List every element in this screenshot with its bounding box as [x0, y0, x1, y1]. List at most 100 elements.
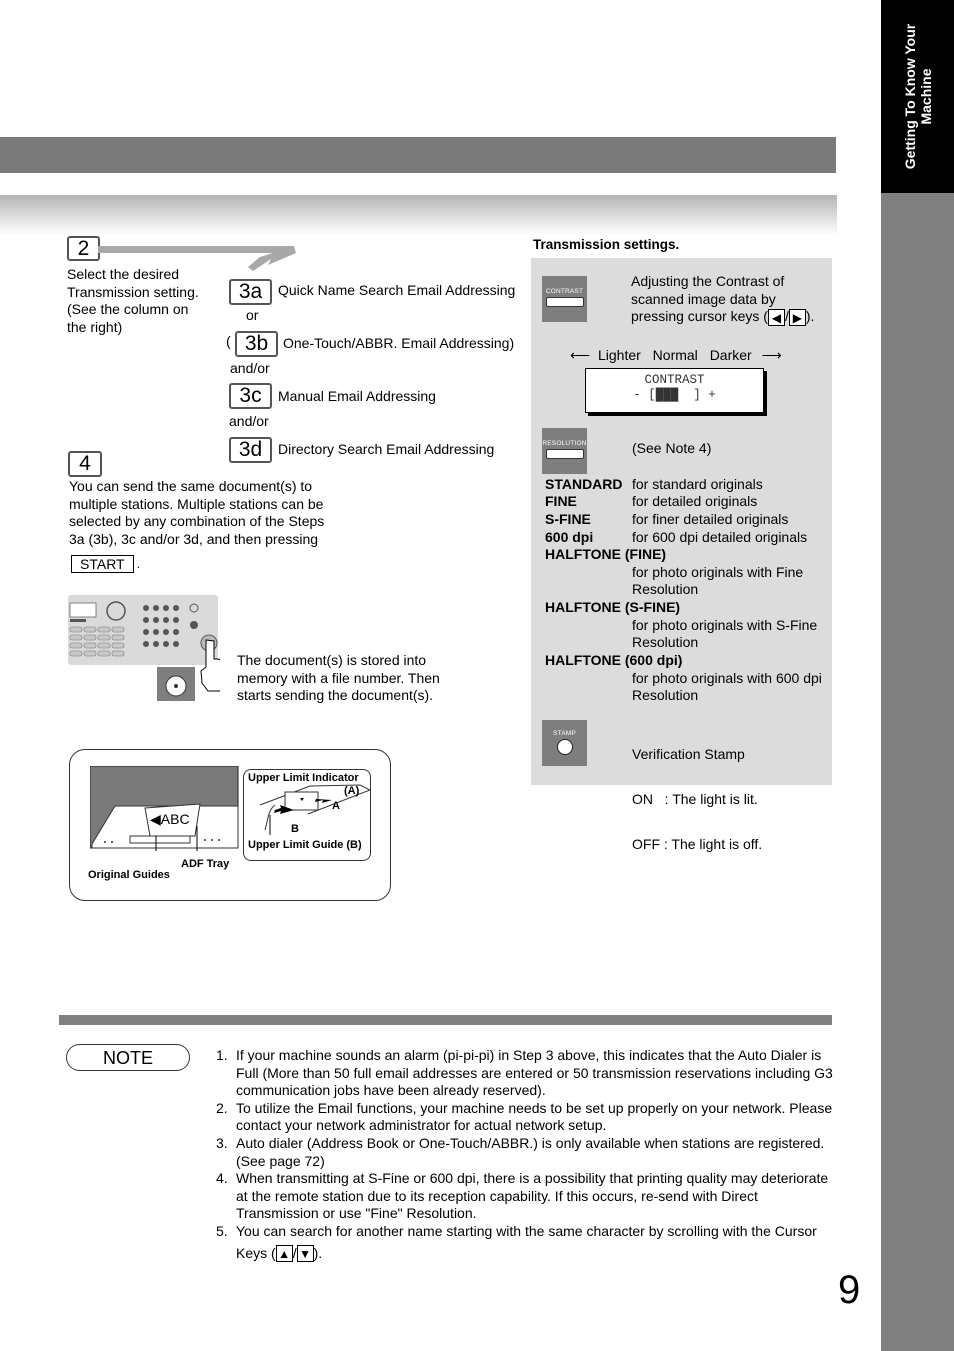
- step-4-line: multiple stations. Multiple stations can…: [69, 495, 324, 512]
- header-bar: [0, 137, 836, 173]
- step-4-line: 3a (3b), 3c and/or 3d, and then pressing: [69, 530, 319, 547]
- step-3c-badge: 3c: [229, 383, 272, 409]
- transmission-settings-title: Transmission settings.: [533, 237, 680, 252]
- page-number: 9: [838, 1268, 861, 1312]
- step-3d-badge: 3d: [229, 437, 272, 463]
- stamp-line: OFF : The light is off.: [632, 836, 763, 852]
- contrast-description: Adjusting the Contrast of scanned image …: [631, 273, 831, 326]
- lcd-level-blocks: ███: [655, 388, 694, 402]
- note-number: 4.: [216, 1170, 228, 1187]
- note-list: 1. If your machine sounds an alarm (pi-pi…: [216, 1047, 836, 1263]
- res-option-desc: for photo originals with 600 dpi: [632, 670, 822, 686]
- lcd-level-row: - [███ ] +: [633, 388, 716, 402]
- adf-illustration: ◀ABC: [90, 766, 239, 851]
- note-text: When transmitting at S-Fine or 600 dpi, …: [236, 1170, 829, 1222]
- stamp-description: Verification Stamp ON : The light is lit…: [632, 717, 762, 867]
- contrast-scale: ⟵ Lighter Normal Darker ⟶: [570, 347, 782, 365]
- note-keys-line: Keys (▲ / ▼).: [236, 1245, 817, 1263]
- period: .: [136, 557, 140, 571]
- step-4-line: You can send the same document(s) to: [69, 478, 313, 494]
- section-tab-line2: Machine: [917, 68, 934, 125]
- note-text: If your machine sounds an alarm (pi-pi-p…: [236, 1047, 833, 1099]
- note-item: 2. To utilize the Email functions, your m…: [216, 1100, 836, 1135]
- res-option-name: HALFTONE (FINE): [545, 546, 667, 562]
- contrast-key: CONTRAST: [542, 276, 587, 322]
- contrast-line-text: pressing cursor keys (: [631, 308, 768, 324]
- step-3c-text: Manual Email Addressing: [278, 388, 436, 404]
- note-label: NOTE: [66, 1044, 190, 1071]
- upper-limit-guide-label: Upper Limit Guide (B): [248, 839, 362, 851]
- res-option-desc: for standard originals: [632, 476, 763, 492]
- scale-normal: Normal: [652, 347, 698, 363]
- res-option-name: S-FINE: [545, 511, 591, 527]
- step-2-badge: 2: [67, 236, 100, 261]
- note-text: Auto dialer (Address Book or One-Touch/A…: [236, 1134, 825, 1169]
- note-number: 1.: [216, 1047, 228, 1063]
- lcd-minus: -: [633, 388, 641, 402]
- res-option-desc: for detailed originals: [632, 493, 758, 509]
- res-option-desc: Resolution: [632, 634, 699, 650]
- resolution-key: RESOLUTION: [542, 428, 587, 474]
- stamp-key-label: STAMP: [553, 730, 576, 737]
- contrast-line: Adjusting the Contrast of: [631, 273, 785, 289]
- connector-and-or: and/or: [229, 413, 269, 429]
- down-cursor-key-icon: ▼: [296, 1245, 314, 1263]
- note-item: 1. If your machine sounds an alarm (pi-pi…: [216, 1047, 836, 1100]
- step-2-line: (See the column on: [67, 301, 189, 317]
- res-option-name: HALFTONE (600 dpi): [545, 652, 683, 668]
- res-option-desc: for 600 dpi detailed originals: [632, 529, 808, 545]
- paren-open: (: [226, 333, 231, 349]
- step-2-description: Select the desired Transmission setting.…: [67, 266, 217, 336]
- stored-line: The document(s) is stored into: [237, 652, 427, 668]
- see-note-4: (See Note 4): [632, 440, 712, 456]
- step-3a-badge: 3a: [229, 279, 272, 305]
- lcd-plus: +: [708, 388, 716, 402]
- stamp-key: STAMP: [542, 720, 587, 766]
- res-option-name: STANDARD: [545, 476, 623, 492]
- section-tab: Getting To Know Your Machine: [881, 0, 954, 193]
- contrast-line-end: ).: [805, 308, 815, 324]
- lcd-title: CONTRAST: [644, 373, 705, 387]
- step-2-line: the right): [67, 318, 123, 335]
- res-option-desc: Resolution: [632, 687, 699, 703]
- contrast-line-keys: pressing cursor keys (◀ / ▶).: [631, 308, 831, 326]
- stored-description: The document(s) is stored into memory wi…: [237, 652, 467, 705]
- stored-line: memory with a file number. Then: [237, 669, 440, 686]
- res-option-desc: Resolution: [632, 581, 699, 597]
- step-4-description: You can send the same document(s) to mul…: [69, 478, 349, 548]
- note-text-main: You can search for another name starting…: [236, 1222, 817, 1239]
- step-4-line: selected by any combination of the Steps: [69, 513, 325, 529]
- contrast-line: scanned image data by: [631, 290, 776, 307]
- upper-limit-indicator-label: Upper Limit Indicator: [248, 772, 359, 784]
- adf-tray-label: ADF Tray: [181, 858, 230, 870]
- res-option-desc: for finer detailed originals: [632, 511, 789, 527]
- note-text: To utilize the Email functions, your mac…: [236, 1099, 833, 1134]
- section-tab-line1: Getting To Know Your: [901, 23, 918, 170]
- step-3b-text: One-Touch/ABBR. Email Addressing): [283, 335, 515, 351]
- res-option-name: FINE: [545, 493, 577, 509]
- step-2-line: Select the desired: [67, 266, 180, 282]
- note-number: 2.: [216, 1099, 228, 1116]
- right-cursor-key-icon: ▶: [788, 308, 806, 326]
- label-b: B: [291, 823, 299, 835]
- stamp-line: Verification Stamp: [632, 746, 745, 762]
- start-key-line: START .: [71, 555, 140, 573]
- label-a: A: [332, 800, 340, 812]
- step-3b-badge: 3b: [235, 331, 278, 357]
- stamp-line: ON : The light is lit.: [632, 791, 758, 807]
- contrast-lcd: CONTRAST - [███ ] +: [585, 368, 764, 413]
- note-number: 5.: [216, 1222, 228, 1239]
- left-cursor-key-icon: ◀: [767, 308, 785, 326]
- gradient-bar: [0, 195, 837, 235]
- note-text: You can search for another name starting…: [236, 1222, 817, 1263]
- up-cursor-key-icon: ▲: [275, 1245, 293, 1263]
- side-strip: [881, 193, 954, 1351]
- arrow-right-icon: ⟶: [761, 347, 782, 363]
- note-keys-end: ).: [313, 1244, 323, 1261]
- note-item: 5. You can search for another name start…: [216, 1222, 836, 1263]
- original-guides-label: Original Guides: [88, 869, 170, 881]
- resolution-key-label: RESOLUTION: [542, 440, 587, 447]
- note-keys-text: Keys (: [236, 1244, 276, 1261]
- scale-darker: Darker: [709, 347, 752, 363]
- step-3d-text: Directory Search Email Addressing: [278, 441, 495, 457]
